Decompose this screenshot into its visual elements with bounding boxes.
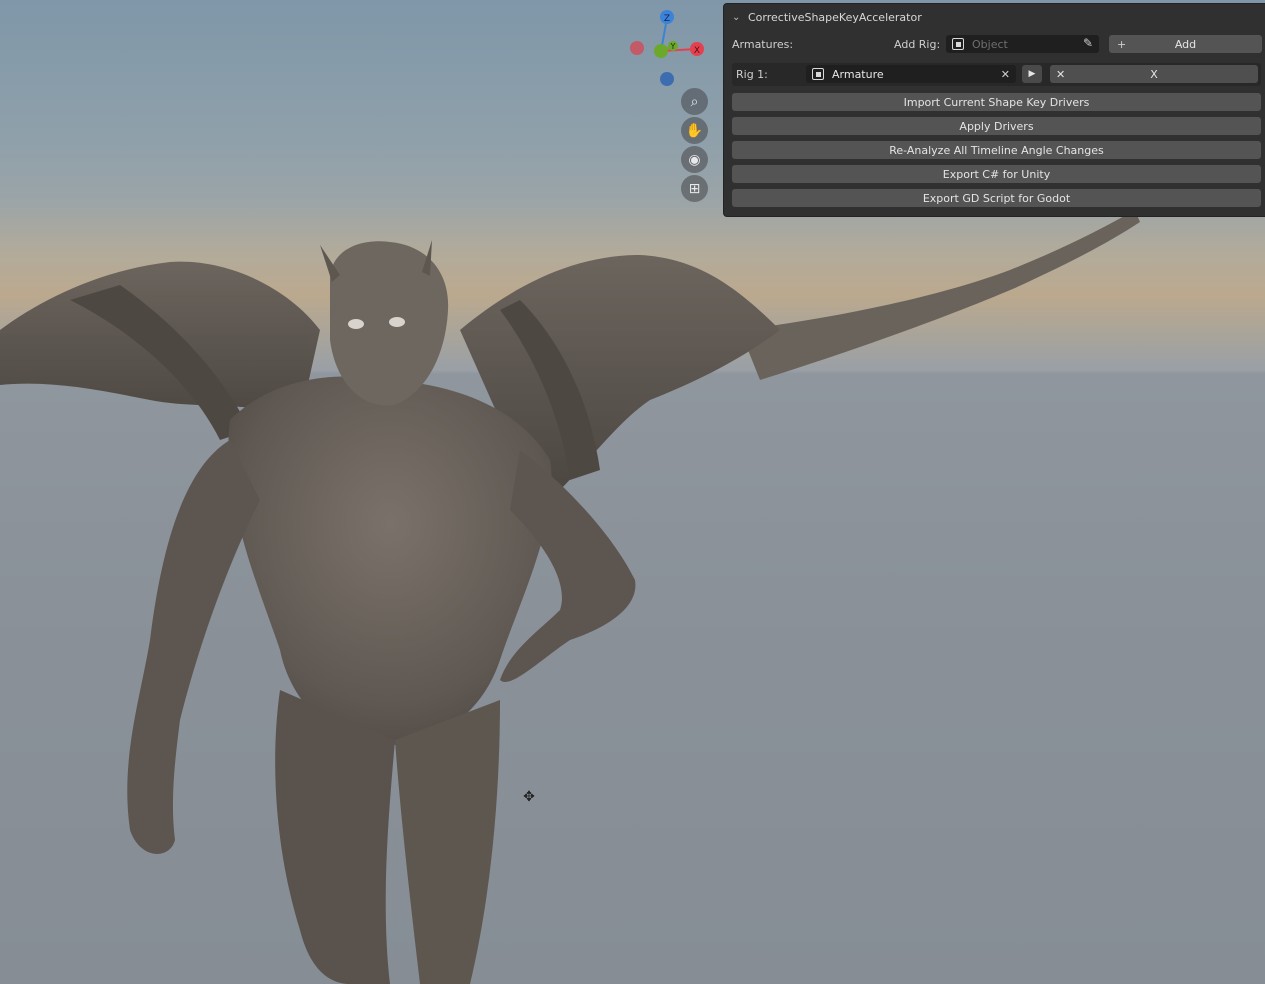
perspective-grid-icon[interactable]: ⊞ (681, 175, 708, 202)
object-field[interactable]: Object ✎ (946, 35, 1099, 53)
rig-armature-field[interactable]: Armature ✕ (806, 65, 1016, 83)
apply-drivers-button[interactable]: Apply Drivers (732, 117, 1261, 135)
export-godot-button[interactable]: Export GD Script for Godot (732, 189, 1261, 207)
move-cursor-icon: ✥ (523, 789, 535, 805)
remove-rig-button[interactable]: ✕ X (1050, 65, 1258, 83)
export-unity-button[interactable]: Export C# for Unity (732, 165, 1261, 183)
eyedropper-icon[interactable]: ✎ (1083, 36, 1093, 50)
pan-hand-icon[interactable]: ✋ (681, 117, 708, 144)
import-drivers-button[interactable]: Import Current Shape Key Drivers (732, 93, 1261, 111)
play-button[interactable]: ▶ (1022, 65, 1042, 83)
armature-object-icon (812, 68, 824, 80)
add-button[interactable]: + Add (1109, 35, 1262, 53)
object-placeholder: Object (972, 37, 1008, 51)
zoom-icon[interactable]: ⌕ (681, 88, 708, 115)
add-button-label: Add (1174, 37, 1197, 51)
panel-title: CorrectiveShapeKeyAccelerator (748, 10, 922, 24)
x-neg-axis-icon (630, 41, 644, 55)
clear-rig-icon[interactable]: ✕ (1001, 68, 1010, 81)
reanalyze-button[interactable]: Re-Analyze All Timeline Angle Changes (732, 141, 1261, 159)
play-icon: ▶ (1028, 69, 1036, 79)
svg-text:Z: Z (664, 14, 670, 24)
shape-key-panel: ⌄ CorrectiveShapeKeyAccelerator Armature… (723, 3, 1265, 217)
z-neg-axis-icon (660, 72, 674, 86)
object-icon (952, 38, 964, 50)
plus-icon: + (1117, 37, 1127, 51)
chevron-down-icon[interactable]: ⌄ (732, 12, 744, 23)
navigation-gizmo[interactable]: Z X Y (624, 6, 714, 96)
armatures-label: Armatures: (732, 38, 794, 51)
add-rig-label: Add Rig: (894, 38, 941, 51)
y-neg-axis-icon (654, 44, 668, 58)
camera-icon[interactable]: ◉ (681, 146, 708, 173)
panel-header[interactable]: ⌄ CorrectiveShapeKeyAccelerator (724, 4, 1265, 30)
rig-row: Rig 1: Armature ✕ ▶ ✕ X (732, 63, 1261, 86)
svg-text:Y: Y (670, 42, 676, 51)
rig-armature-value: Armature (832, 67, 884, 81)
close-icon: ✕ (1056, 67, 1066, 81)
remove-rig-label: X (1150, 67, 1158, 81)
svg-text:X: X (694, 46, 700, 56)
rig-label: Rig 1: (736, 68, 768, 81)
